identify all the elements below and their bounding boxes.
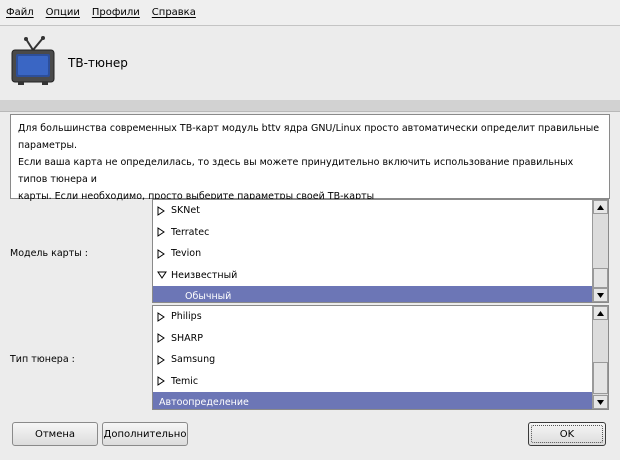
expand-arrow-icon[interactable] xyxy=(157,205,171,216)
list-item-label: Philips xyxy=(171,311,202,323)
scrollbar-thumb[interactable] xyxy=(593,362,608,394)
tuner-type-label: Тип тюнера : xyxy=(10,354,75,365)
list-item-label: Tevion xyxy=(171,248,202,260)
expand-arrow-icon[interactable] xyxy=(157,227,171,238)
menu-file[interactable]: Файл xyxy=(6,7,34,18)
expand-arrow-icon[interactable] xyxy=(157,333,171,344)
description-box: Для большинства современных ТВ-карт моду… xyxy=(10,114,610,202)
list-item-label: Terratec xyxy=(171,226,210,238)
list-item[interactable]: Tevion xyxy=(153,243,592,265)
header: ТВ-тюнер xyxy=(0,26,620,100)
list-item-label: SKNet xyxy=(171,205,200,217)
collapse-arrow-icon[interactable] xyxy=(157,271,171,280)
header-separator xyxy=(0,100,620,112)
expand-arrow-icon[interactable] xyxy=(157,376,171,387)
menu-help[interactable]: Справка xyxy=(152,7,196,18)
scrollbar-thumb[interactable] xyxy=(593,268,608,288)
card-model-label: Модель карты : xyxy=(10,248,88,259)
vertical-scrollbar[interactable] xyxy=(592,306,608,409)
description-line: Для большинства современных ТВ-карт моду… xyxy=(18,123,600,151)
menu-bar: Файл Опции Профили Справка xyxy=(0,0,620,26)
scroll-down-button[interactable] xyxy=(593,288,608,302)
focus-ring xyxy=(531,425,603,443)
page-title: ТВ-тюнер xyxy=(68,56,128,70)
menu-options[interactable]: Опции xyxy=(46,7,80,18)
ok-button[interactable]: OK xyxy=(528,422,606,446)
list-item[interactable]: SHARP xyxy=(153,328,592,350)
vertical-scrollbar[interactable] xyxy=(592,200,608,302)
list-item[interactable]: Samsung xyxy=(153,349,592,371)
list-item[interactable]: Terratec xyxy=(153,222,592,244)
scroll-down-button[interactable] xyxy=(593,395,608,409)
list-item-label: Temic xyxy=(171,375,199,387)
cancel-button[interactable]: Отмена xyxy=(12,422,98,446)
list-item[interactable]: Philips xyxy=(153,306,592,328)
list-item[interactable]: Неизвестный xyxy=(153,265,592,287)
menu-profiles[interactable]: Профили xyxy=(92,7,140,18)
list-item-selected[interactable]: Обычный xyxy=(153,286,592,302)
list-item-label: Samsung xyxy=(171,354,216,366)
tv-icon xyxy=(11,36,55,85)
list-item[interactable]: Temic xyxy=(153,371,592,393)
scroll-up-button[interactable] xyxy=(593,306,608,320)
expand-arrow-icon[interactable] xyxy=(157,311,171,322)
tuner-type-list[interactable]: Philips SHARP Samsung Temic Автоопределе… xyxy=(152,305,609,410)
list-item[interactable]: SKNet xyxy=(153,200,592,222)
list-item-label: Неизвестный xyxy=(171,269,238,281)
card-model-list[interactable]: SKNet Terratec Tevion Неизвестный Обычны… xyxy=(152,199,609,303)
list-item-selected[interactable]: Автоопределение xyxy=(153,392,592,409)
advanced-button[interactable]: Дополнительно xyxy=(102,422,188,446)
expand-arrow-icon[interactable] xyxy=(157,354,171,365)
description-line: Если ваша карта не определилась, то здес… xyxy=(18,157,574,185)
scroll-up-button[interactable] xyxy=(593,200,608,214)
expand-arrow-icon[interactable] xyxy=(157,248,171,259)
list-item-label: SHARP xyxy=(171,332,204,344)
